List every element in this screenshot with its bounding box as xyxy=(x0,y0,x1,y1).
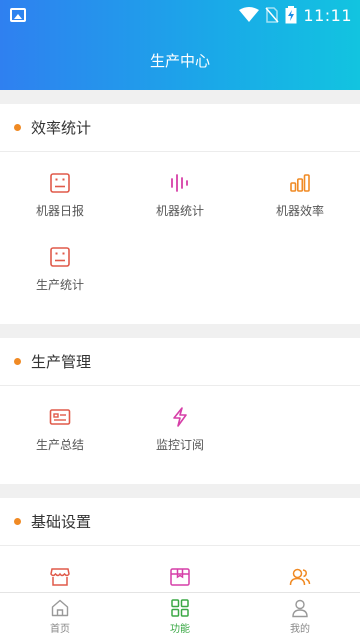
section-production-management: 生产管理 生产总结 监控订阅 xyxy=(0,338,360,484)
box-settings-button[interactable] xyxy=(120,566,240,592)
clock: 11:11 xyxy=(303,5,352,25)
report-icon xyxy=(50,173,70,193)
tab-label: 我的 xyxy=(290,624,310,635)
tab-home[interactable]: 首页 xyxy=(0,593,120,640)
status-bar: 11:11 xyxy=(0,0,360,30)
item-label: 生产统计 xyxy=(35,278,84,292)
home-icon xyxy=(51,599,69,617)
section-header: 生产管理 xyxy=(0,338,360,386)
section-title: 效率统计 xyxy=(31,119,92,137)
feature-grid xyxy=(0,546,360,592)
section-header: 基础设置 xyxy=(0,498,360,546)
users-icon xyxy=(289,568,311,586)
production-stats-button[interactable]: 生产统计 xyxy=(0,246,120,320)
no-sim-icon xyxy=(265,7,279,23)
item-label: 机器日报 xyxy=(35,204,84,218)
status-icons: 11:11 xyxy=(239,4,352,26)
page-title: 生产中心 xyxy=(149,52,210,70)
item-label: 机器统计 xyxy=(155,204,204,218)
machine-efficiency-button[interactable]: 机器效率 xyxy=(240,172,360,246)
feature-grid: 生产总结 监控订阅 xyxy=(0,386,360,484)
bullet-dot xyxy=(14,358,21,365)
bar-chart-icon xyxy=(290,174,310,192)
feature-grid: 机器日报 机器统计 机器效率 生产统计 xyxy=(0,152,360,324)
tab-mine[interactable]: 我的 xyxy=(240,593,360,640)
image-notification-icon xyxy=(10,8,26,22)
bullet-dot xyxy=(14,518,21,525)
report-icon xyxy=(50,247,70,267)
tab-functions[interactable]: 功能 xyxy=(120,593,240,640)
section-basic-settings: 基础设置 xyxy=(0,498,360,592)
box-icon xyxy=(170,568,190,586)
battery-charging-icon xyxy=(285,6,297,24)
grid-icon xyxy=(171,599,189,617)
card-icon xyxy=(49,409,71,425)
main-content[interactable]: 效率统计 机器日报 机器统计 机器效率 生产统计 生产管理 生产总结 监控订阅 … xyxy=(0,90,360,592)
tab-label: 首页 xyxy=(50,624,70,635)
users-settings-button[interactable] xyxy=(240,566,360,592)
bars-icon xyxy=(171,174,188,192)
machine-stats-button[interactable]: 机器统计 xyxy=(120,172,240,246)
bottom-tab-bar: 首页 功能 我的 xyxy=(0,592,360,640)
machine-daily-report-button[interactable]: 机器日报 xyxy=(0,172,120,246)
lightning-icon xyxy=(173,407,187,427)
person-icon xyxy=(292,599,308,618)
item-label: 机器效率 xyxy=(275,204,324,218)
section-header: 效率统计 xyxy=(0,104,360,152)
production-summary-button[interactable]: 生产总结 xyxy=(0,406,120,480)
tab-label: 功能 xyxy=(170,624,190,635)
item-label: 监控订阅 xyxy=(155,438,204,452)
section-title: 基础设置 xyxy=(31,513,92,531)
section-title: 生产管理 xyxy=(31,353,92,371)
wifi-icon xyxy=(239,7,260,22)
monitor-subscription-button[interactable]: 监控订阅 xyxy=(120,406,240,480)
item-label: 生产总结 xyxy=(35,438,84,452)
bullet-dot xyxy=(14,124,21,131)
store-settings-button[interactable] xyxy=(0,566,120,592)
section-efficiency-stats: 效率统计 机器日报 机器统计 机器效率 生产统计 xyxy=(0,104,360,324)
store-icon xyxy=(50,568,70,586)
app-header: 11:11 生产中心 xyxy=(0,0,360,90)
